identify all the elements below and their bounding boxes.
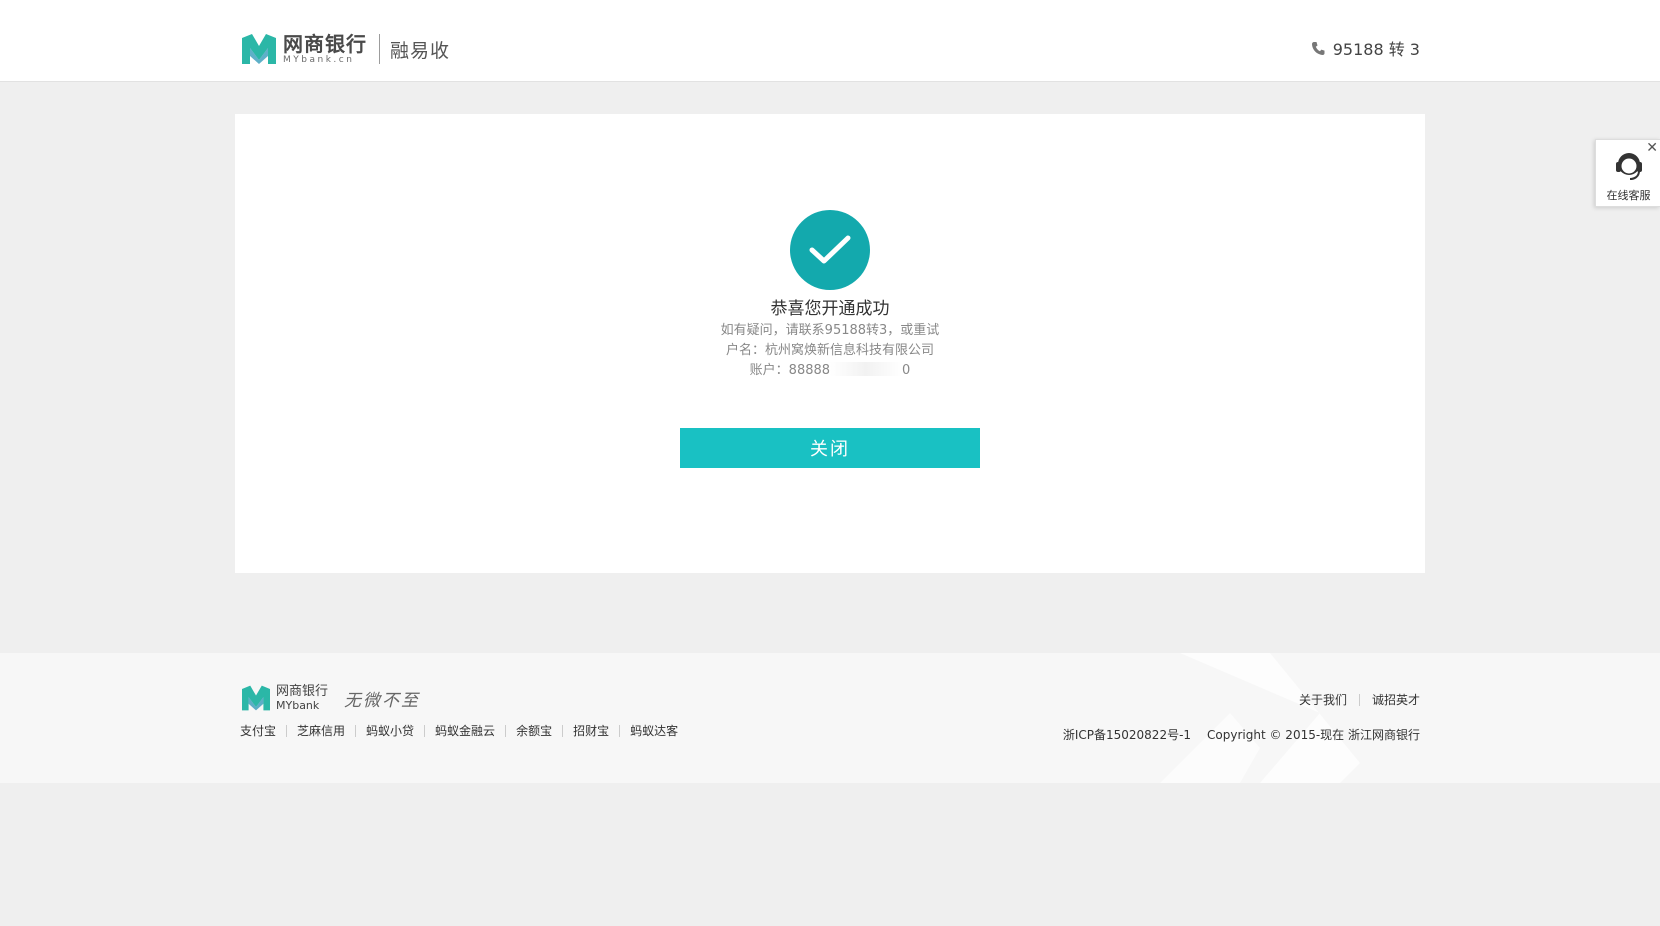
service-phone: 95188 转 3 xyxy=(1311,36,1420,60)
top-header: 网商银行 MYbank.cn 融易收 95188 转 3 xyxy=(0,0,1660,82)
footer-logo-cn: 网商银行 xyxy=(276,683,329,699)
headset-icon xyxy=(1616,153,1642,180)
footer-link-cloud[interactable]: 蚂蚁金融云 xyxy=(424,725,505,737)
account-name: 户名：杭州窝焕新信息科技有限公司 xyxy=(725,343,934,358)
result-card: 恭喜您开通成功 如有疑问，请联系95188转3，或重试 户名：杭州窝焕新信息科技… xyxy=(235,114,1425,573)
product-name: 融易收 xyxy=(390,39,451,62)
footer-link-zhaocaibao[interactable]: 招财宝 xyxy=(562,725,619,737)
careers-link[interactable]: 诚招英才 xyxy=(1358,694,1420,706)
mybank-footer-logo-icon xyxy=(242,685,270,711)
logo-divider xyxy=(379,34,380,64)
online-service-widget[interactable]: ✕ 在线客服 xyxy=(1595,139,1660,207)
success-title: 恭喜您开通成功 xyxy=(770,299,890,319)
checkmark-icon xyxy=(809,235,851,264)
footer-link-yuebao[interactable]: 余额宝 xyxy=(505,725,562,737)
logo-text-cn: 网商银行 xyxy=(283,32,367,56)
mybank-logo[interactable]: 网商银行 MYbank.cn 融易收 xyxy=(240,32,450,66)
copyright-text: Copyright © 2015-现在 浙江网商银行 xyxy=(1207,728,1420,742)
footer-decoration xyxy=(1160,653,1360,783)
icp-number[interactable]: 浙ICP备15020822号-1 xyxy=(1063,726,1191,743)
about-us-link[interactable]: 关于我们 xyxy=(1287,694,1359,706)
account-prefix: 账户：88888 xyxy=(749,363,831,378)
footer-link-zhima[interactable]: 芝麻信用 xyxy=(286,725,355,737)
account-mask xyxy=(830,362,903,376)
footer-logo[interactable]: 网商银行 MYbank 无微不至 xyxy=(240,684,420,712)
mybank-logo-icon xyxy=(242,34,276,64)
online-service-label: 在线客服 xyxy=(1606,189,1651,202)
account-number: 账户：88888 0 xyxy=(235,359,1425,378)
logo-text-en: MYbank.cn xyxy=(283,55,355,65)
footer-right-links: 关于我们 诚招英才 xyxy=(1287,694,1420,706)
close-button[interactable]: 关闭 xyxy=(680,428,980,468)
footer-copyright: 浙ICP备15020822号-1 Copyright © 2015-现在 浙江网… xyxy=(1063,726,1420,743)
footer-slogan: 无微不至 xyxy=(344,690,421,711)
page-footer: 网商银行 MYbank 无微不至 支付宝 芝麻信用 蚂蚁小贷 蚂蚁金融云 余额宝… xyxy=(0,653,1660,783)
partner-links: 支付宝 芝麻信用 蚂蚁小贷 蚂蚁金融云 余额宝 招财宝 蚂蚁达客 xyxy=(240,725,688,737)
footer-logo-en: MYbank xyxy=(276,698,320,712)
footer-link-xiaodai[interactable]: 蚂蚁小贷 xyxy=(355,725,424,737)
account-suffix: 0 xyxy=(902,363,911,378)
close-icon[interactable]: ✕ xyxy=(1646,141,1658,155)
footer-link-dake[interactable]: 蚂蚁达客 xyxy=(619,725,688,737)
footer-link-alipay[interactable]: 支付宝 xyxy=(240,725,286,737)
help-text: 如有疑问，请联系95188转3，或重试 xyxy=(720,323,940,338)
success-icon xyxy=(790,210,870,290)
phone-icon xyxy=(1311,41,1325,55)
phone-number: 95188 转 3 xyxy=(1332,40,1420,59)
